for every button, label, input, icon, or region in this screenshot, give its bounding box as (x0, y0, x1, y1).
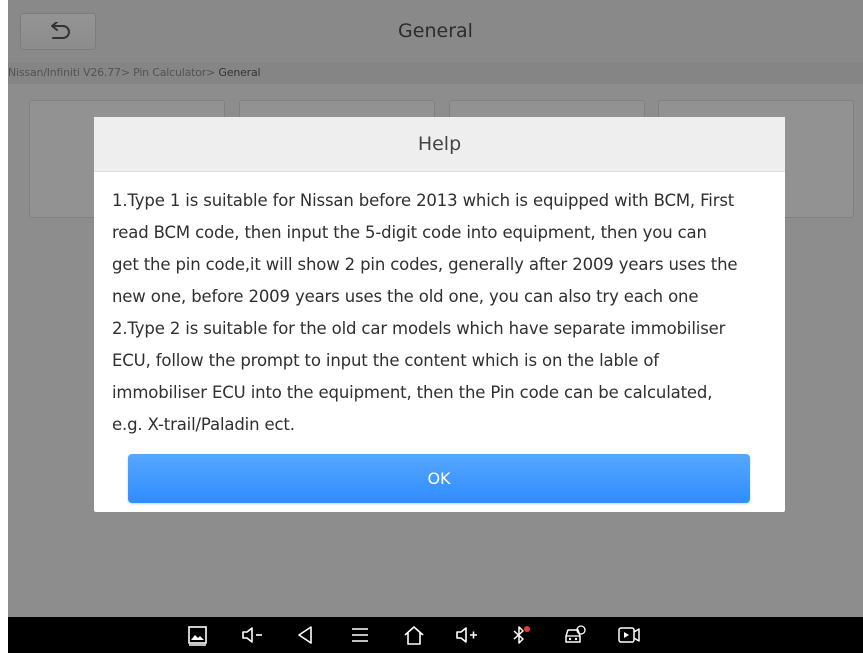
help-text-line: read BCM code, then input the 5-digit co… (112, 223, 707, 242)
ok-button[interactable]: OK (128, 454, 750, 503)
help-text-line: 2.Type 2 is suitable for the old car mod… (112, 319, 726, 338)
menu-icon[interactable] (348, 624, 372, 646)
system-nav-bar (8, 617, 863, 653)
dialog-message: 1.Type 1 is suitable for Nissan before 2… (94, 172, 785, 441)
help-text-line: e.g. X-trail/Paladin ect. (112, 415, 295, 434)
help-dialog: Help 1.Type 1 is suitable for Nissan bef… (94, 117, 785, 512)
help-text-line: get the pin code,it will show 2 pin code… (112, 255, 738, 274)
dialog-title: Help (94, 117, 785, 172)
help-text-line: 1.Type 1 is suitable for Nissan before 2… (112, 191, 735, 210)
screenshot-icon[interactable] (186, 624, 210, 646)
help-text-line: new one, before 2009 years uses the old … (112, 287, 699, 306)
help-text-line: immobiliser ECU into the equipment, then… (112, 383, 713, 402)
volume-up-icon[interactable] (454, 624, 478, 646)
help-text-line: ECU, follow the prompt to input the cont… (112, 351, 659, 370)
bluetooth-icon[interactable] (508, 624, 532, 646)
back-icon[interactable] (294, 624, 318, 646)
vci-car-icon[interactable] (562, 624, 586, 646)
volume-down-icon[interactable] (240, 624, 264, 646)
screen-record-icon[interactable] (616, 624, 640, 646)
home-icon[interactable] (402, 624, 426, 646)
